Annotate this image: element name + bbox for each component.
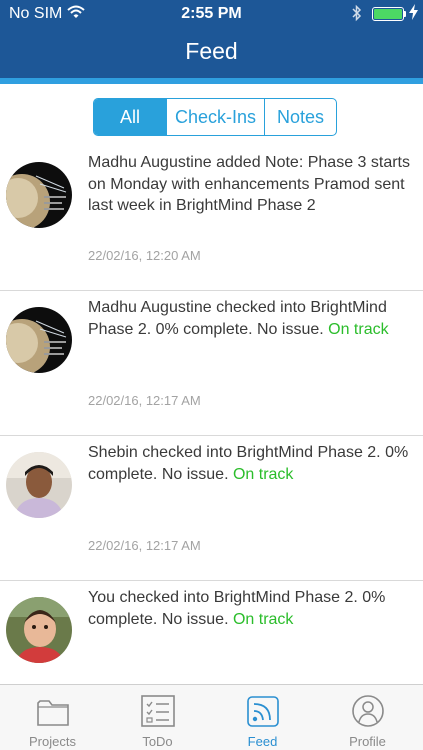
checklist-icon [139, 693, 177, 729]
feed-item-message: Madhu Augustine added Note: Phase 3 star… [88, 154, 410, 214]
feed-filter-control: All Check-Ins Notes [93, 98, 337, 136]
feed-item[interactable]: You checked into BrightMind Phase 2. 0% … [0, 581, 423, 691]
battery-icon [372, 7, 404, 21]
charging-icon [409, 4, 418, 23]
feed-icon [244, 693, 282, 729]
status-on-track: On track [232, 465, 294, 483]
header-accent-stripe [0, 78, 423, 84]
feed-item-text: Shebin checked into BrightMind Phase 2. … [88, 442, 418, 485]
feed-item-text: Madhu Augustine added Note: Phase 3 star… [88, 152, 418, 217]
tab-label: Profile [349, 734, 386, 749]
status-on-track: On track [232, 610, 294, 628]
bluetooth-icon [352, 4, 362, 27]
feed-item-text: Madhu Augustine checked into BrightMind … [88, 297, 418, 340]
feed-item-timestamp: 22/02/16, 12:17 AM [88, 393, 201, 408]
man-avatar [6, 452, 72, 518]
feed-item[interactable]: Madhu Augustine added Note: Phase 3 star… [0, 150, 423, 291]
tab-label: Projects [29, 734, 76, 749]
tab-feed[interactable]: Feed [210, 685, 315, 750]
filter-all-button[interactable]: All [94, 99, 166, 135]
child-avatar [6, 597, 72, 663]
page-title: Feed [185, 38, 238, 64]
tab-todo[interactable]: ToDo [105, 685, 210, 750]
feed-item-timestamp: 22/02/16, 12:17 AM [88, 538, 201, 553]
tab-label: Feed [247, 734, 278, 749]
status-bar: No SIM 2:55 PM [0, 0, 423, 28]
tab-label: ToDo [142, 734, 173, 749]
planet-avatar [6, 307, 72, 373]
tab-profile[interactable]: Profile [315, 685, 420, 750]
feed-item[interactable]: Shebin checked into BrightMind Phase 2. … [0, 436, 423, 581]
feed-item-text: You checked into BrightMind Phase 2. 0% … [88, 587, 418, 630]
feed-item[interactable]: Madhu Augustine checked into BrightMind … [0, 291, 423, 436]
filter-notes-button[interactable]: Notes [264, 99, 336, 135]
feed-list: Madhu Augustine added Note: Phase 3 star… [0, 150, 423, 691]
tab-bar: Projects ToDo Feed Profile [0, 684, 423, 750]
battery-nub [404, 11, 406, 17]
filter-checkins-button[interactable]: Check-Ins [166, 99, 264, 135]
tab-projects[interactable]: Projects [0, 685, 105, 750]
user-icon [349, 693, 387, 729]
status-on-track: On track [328, 320, 389, 338]
feed-item-timestamp: 22/02/16, 12:20 AM [88, 248, 201, 263]
planet-avatar [6, 162, 72, 228]
folder-icon [34, 693, 72, 729]
